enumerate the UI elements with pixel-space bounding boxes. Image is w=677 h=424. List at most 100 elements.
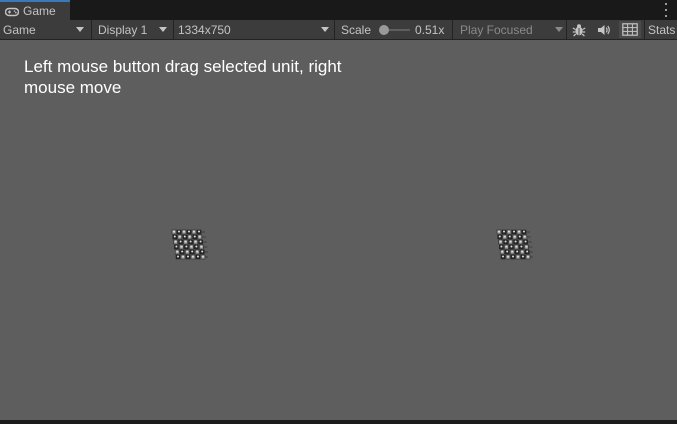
unit-head	[183, 235, 186, 238]
mode-dropdown[interactable]: Game	[3, 20, 91, 39]
unit-head	[177, 255, 179, 258]
unit-head	[498, 230, 500, 233]
unit-head	[187, 255, 189, 258]
unit-head	[202, 255, 204, 258]
unit-head	[511, 250, 514, 253]
unit-head	[186, 250, 189, 253]
unit-head	[185, 245, 188, 248]
unit-head	[192, 255, 194, 258]
left-unit-group[interactable]	[168, 226, 209, 266]
unit-head	[176, 250, 179, 253]
unit-head	[182, 255, 184, 258]
unit-head	[198, 230, 200, 233]
chevron-down-icon	[555, 27, 563, 32]
unit-group-sprite	[171, 229, 209, 260]
toolbar-divider	[566, 20, 567, 39]
unit-head	[498, 235, 501, 238]
display-dropdown[interactable]: Display 1	[98, 20, 173, 39]
unit-head	[188, 230, 190, 233]
unit-head	[191, 250, 194, 253]
unit-head	[501, 250, 504, 253]
game-toolbar: Game Display 1 1334x750 Scale 0.51x Play…	[0, 20, 677, 40]
unit-head	[194, 240, 197, 243]
unit-head	[196, 250, 199, 253]
chevron-down-icon	[76, 27, 84, 32]
game-viewport[interactable]: Left mouse button drag selected unit, ri…	[0, 40, 677, 420]
gamepad-icon	[4, 6, 20, 17]
unit-head	[516, 250, 519, 253]
unit-head	[199, 240, 202, 243]
play-mode-dropdown[interactable]: Play Focused	[460, 20, 564, 39]
unit-head	[513, 230, 515, 233]
unit-head	[174, 240, 177, 243]
more-options-icon[interactable]	[663, 3, 669, 17]
play-mode-label: Play Focused	[460, 22, 533, 37]
unit-head	[520, 245, 523, 248]
unit-head	[517, 255, 519, 258]
toolbar-divider	[644, 20, 645, 39]
unit-head	[514, 240, 517, 243]
unit-head	[193, 235, 196, 238]
scale-label: Scale	[341, 22, 372, 37]
unit-head	[525, 245, 528, 248]
unit-head	[513, 235, 516, 238]
scale-value: 0.51x	[415, 22, 445, 37]
stats-label: Stats	[648, 22, 676, 37]
bottom-strip	[0, 420, 677, 424]
unit-head	[512, 255, 514, 258]
unit-head	[184, 240, 187, 243]
gizmos-icon[interactable]	[619, 21, 641, 38]
unit-group-sprite	[496, 229, 534, 260]
unit-head	[508, 235, 511, 238]
instruction-text: Left mouse button drag selected unit, ri…	[24, 57, 342, 97]
unit-head	[524, 240, 527, 243]
unit-head	[508, 230, 510, 233]
chevron-down-icon	[159, 27, 167, 32]
unit-head	[515, 245, 518, 248]
unit-head	[173, 235, 176, 238]
unit-head	[527, 255, 529, 258]
unit-head	[526, 250, 529, 253]
bug-icon[interactable]	[568, 21, 590, 38]
toolbar-divider	[334, 20, 335, 39]
unit-head	[178, 235, 181, 238]
right-unit-group[interactable]	[493, 226, 534, 266]
unit-head	[180, 245, 183, 248]
tab-label: Game	[23, 4, 56, 18]
resolution-dropdown-label: 1334x750	[178, 22, 231, 37]
unit-head	[201, 250, 204, 253]
unit-head	[200, 245, 203, 248]
mode-dropdown-label: Game	[3, 22, 36, 37]
toolbar-divider	[91, 20, 92, 39]
unit-head	[189, 240, 192, 243]
unit-head	[175, 245, 178, 248]
unit-head	[519, 240, 522, 243]
unit-head	[522, 255, 524, 258]
unit-head	[506, 250, 509, 253]
unit-head	[523, 235, 526, 238]
tab-game[interactable]: Game	[0, 0, 70, 20]
unit-head	[178, 230, 180, 233]
scale-slider-handle[interactable]	[379, 25, 389, 35]
unit-head	[518, 235, 521, 238]
chevron-down-icon	[321, 27, 329, 32]
unit-head	[503, 230, 505, 233]
resolution-dropdown[interactable]: 1334x750	[178, 20, 334, 39]
unit-head	[504, 240, 507, 243]
unit-head	[179, 240, 182, 243]
toolbar-divider	[452, 20, 453, 39]
unit-head	[521, 250, 524, 253]
unit-head	[503, 235, 506, 238]
unit-head	[500, 245, 503, 248]
speaker-icon[interactable]	[593, 21, 615, 38]
unit-head	[509, 240, 512, 243]
unit-head	[507, 255, 509, 258]
unit-head	[190, 245, 193, 248]
stats-button[interactable]: Stats	[648, 20, 677, 39]
unit-head	[502, 255, 504, 258]
toolbar-divider	[173, 20, 174, 39]
unit-head	[181, 250, 184, 253]
unit-head	[193, 230, 195, 233]
unit-head	[198, 235, 201, 238]
tab-bar: Game	[0, 0, 677, 20]
